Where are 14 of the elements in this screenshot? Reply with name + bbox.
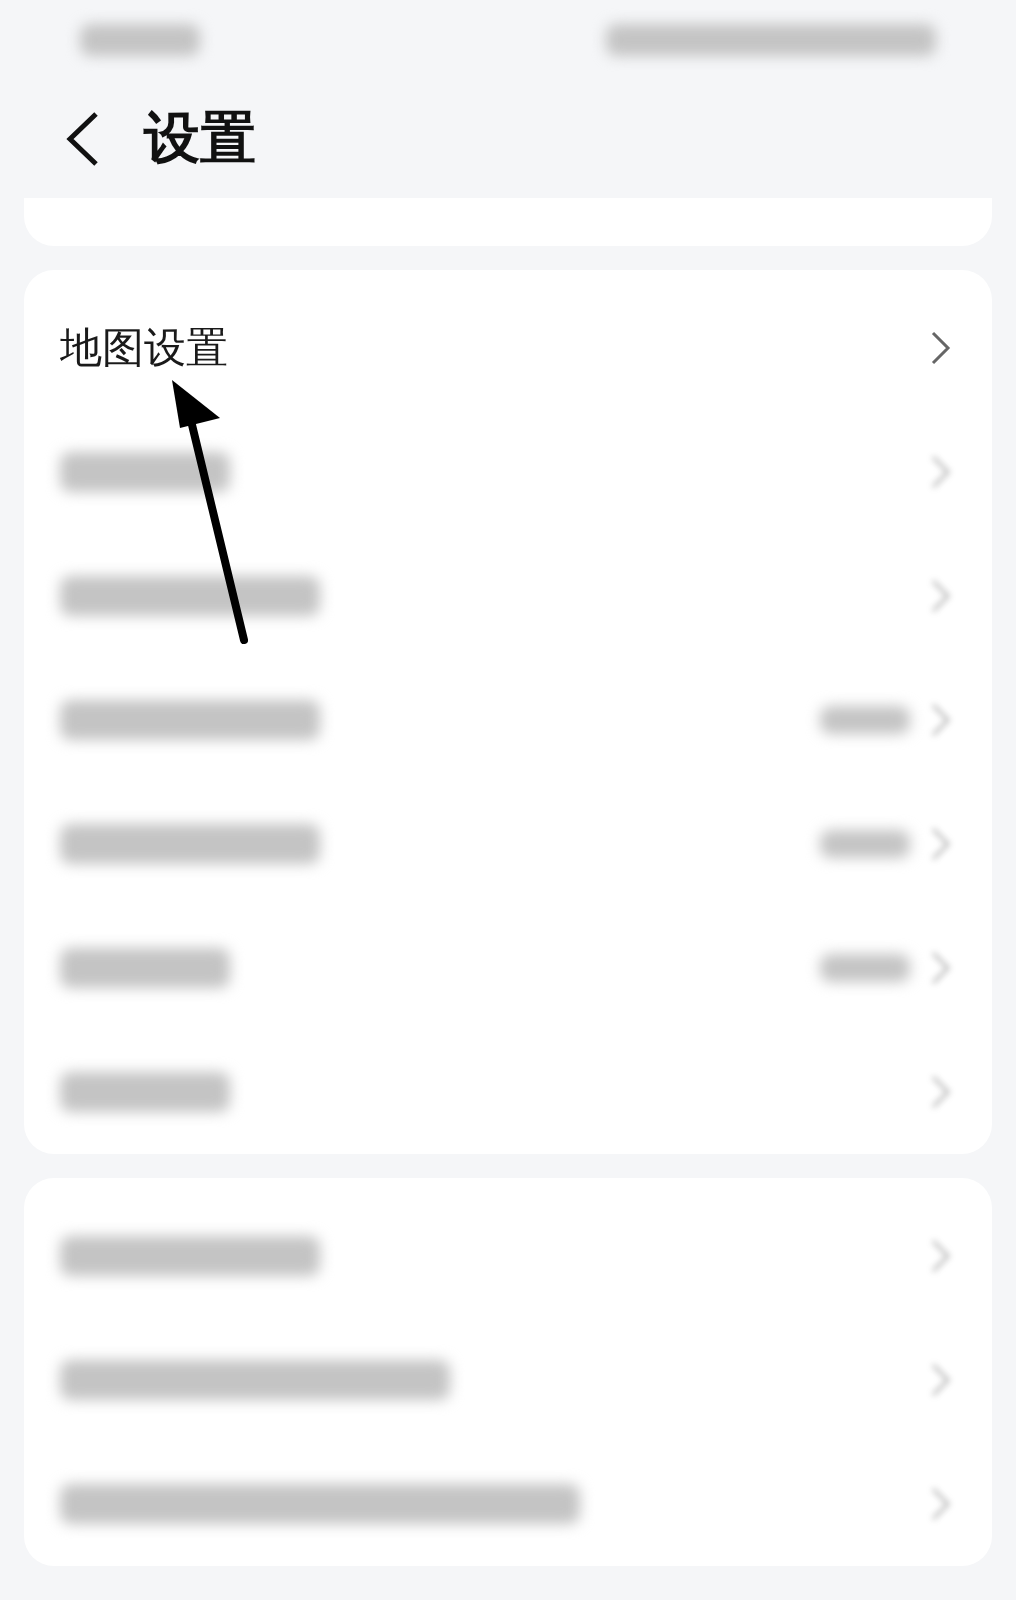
back-icon[interactable] bbox=[64, 110, 100, 168]
chevron-right-icon bbox=[930, 702, 952, 738]
chevron-right-icon bbox=[930, 454, 952, 490]
settings-row[interactable]: 地图设置 bbox=[24, 270, 992, 410]
chevron-right-icon bbox=[930, 1238, 952, 1274]
chevron-right-icon bbox=[930, 1362, 952, 1398]
chevron-right-icon bbox=[930, 1074, 952, 1110]
row-label: 地图设置 bbox=[60, 322, 229, 374]
chevron-right-icon bbox=[930, 330, 952, 366]
chevron-right-icon bbox=[930, 826, 952, 862]
page-title: 设置 bbox=[144, 104, 256, 172]
chevron-right-icon bbox=[930, 950, 952, 986]
chevron-right-icon bbox=[930, 1486, 952, 1522]
chevron-right-icon bbox=[930, 578, 952, 614]
